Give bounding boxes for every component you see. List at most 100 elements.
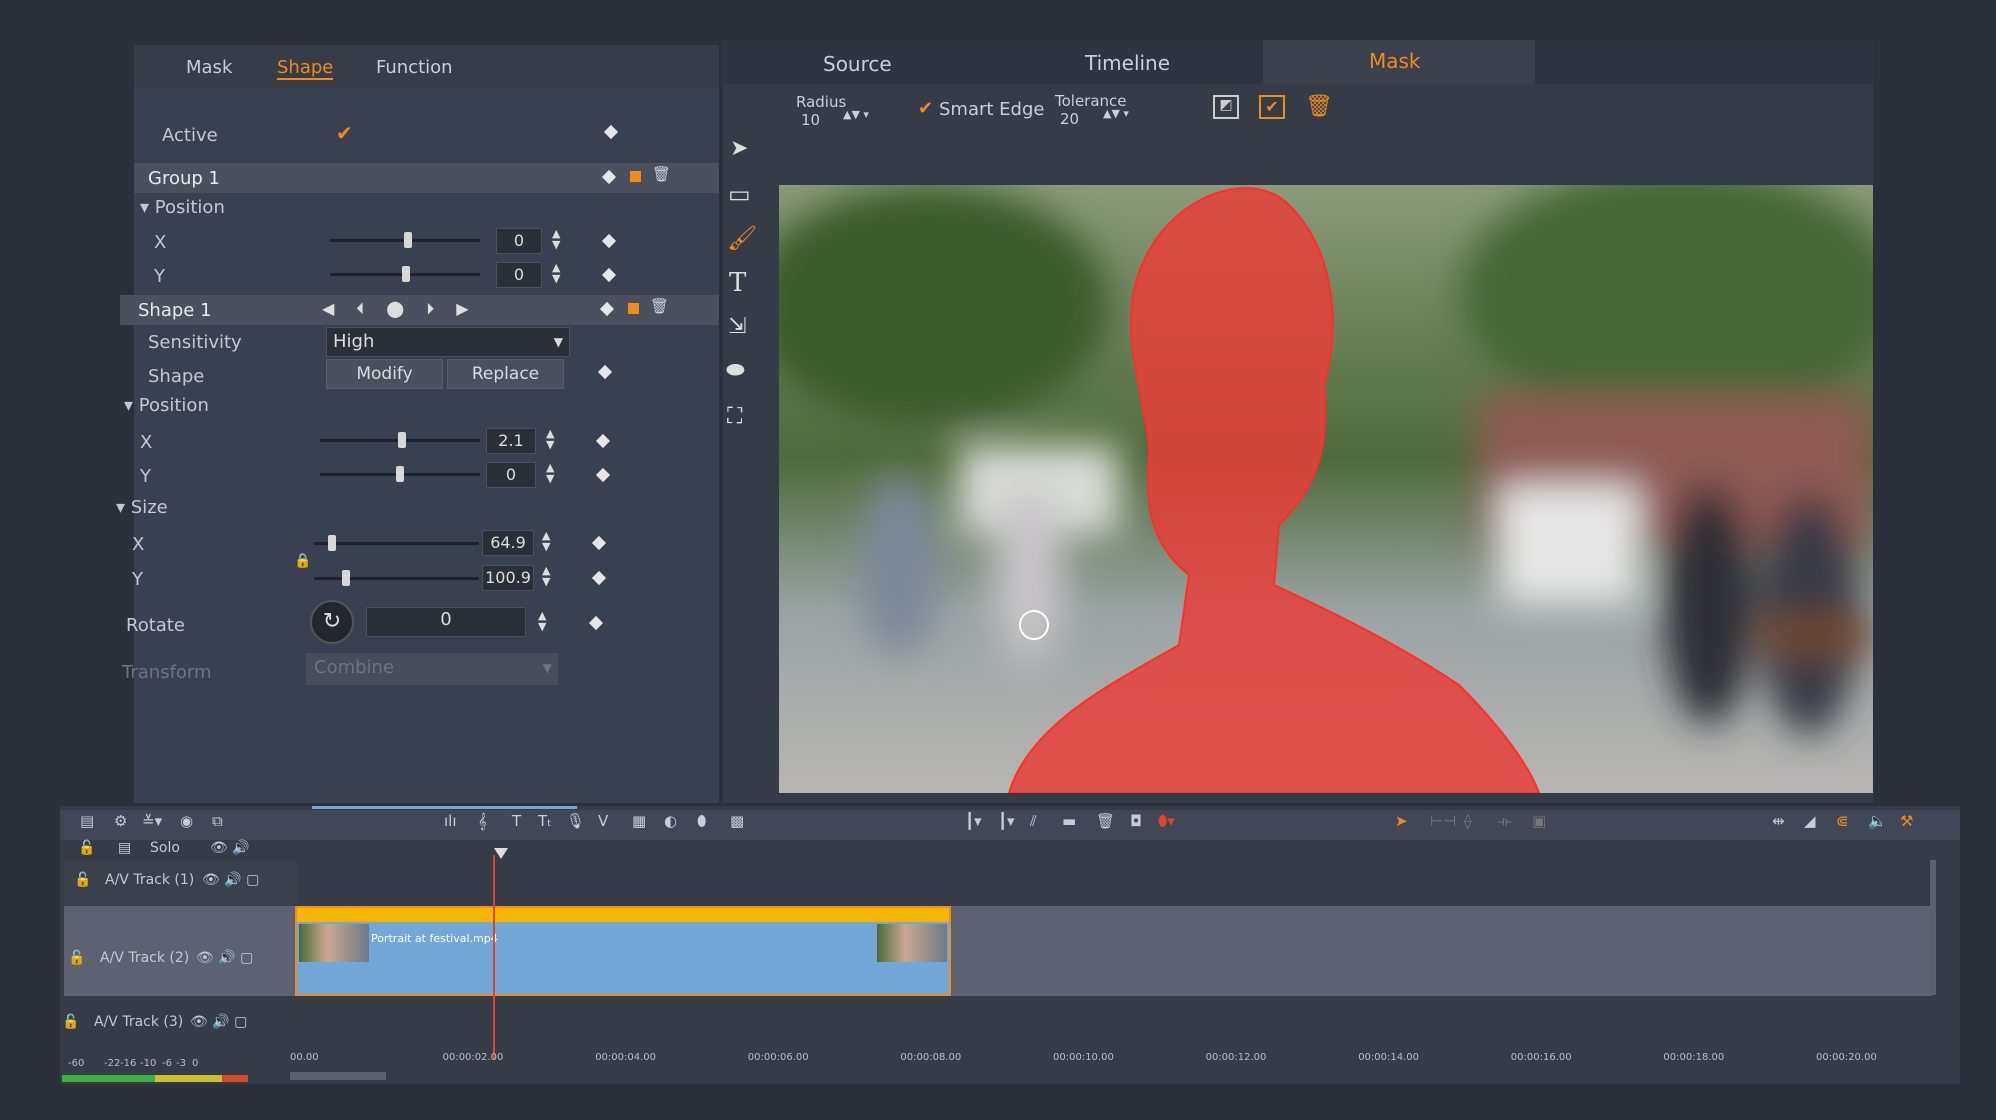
select-tool-icon[interactable]: ➤ <box>1395 812 1408 830</box>
tab-function[interactable]: Function <box>376 57 453 78</box>
size-x-input[interactable]: 64.9 <box>482 530 534 556</box>
disc-icon[interactable]: ◉ <box>180 812 193 830</box>
transform-dropdown[interactable]: Combine ▼ <box>306 653 558 685</box>
ripple-icon[interactable]: ⊢⊣ <box>1430 812 1456 830</box>
group-x-input[interactable]: 0 <box>496 228 542 254</box>
grid-icon[interactable]: ▦ <box>632 812 646 830</box>
lock-icon[interactable]: 🔓 <box>74 872 91 888</box>
lock-icon[interactable]: 🔓 <box>68 950 85 966</box>
spinner[interactable]: ▲ ▼ <box>552 228 560 250</box>
color-swatch[interactable] <box>628 303 639 314</box>
marker-icon[interactable]: ⬮▾ <box>1158 812 1175 830</box>
keyframe-diamond[interactable] <box>591 535 607 551</box>
mixer-icon[interactable]: ⇹ <box>1772 812 1785 830</box>
modify-button[interactable]: Modify <box>326 359 443 389</box>
trash-icon[interactable]: 🗑 <box>1096 812 1115 830</box>
replace-button[interactable]: Replace <box>447 359 564 389</box>
shapes-tool-icon[interactable]: ⬬ <box>726 358 745 383</box>
track-options-icon[interactable]: ≚▾ <box>142 812 162 830</box>
keyframe-navigation[interactable]: ◀⏴⬤⏵▶ <box>322 299 491 319</box>
playhead-handle[interactable] <box>494 848 508 859</box>
text-tool-icon[interactable]: T <box>729 268 746 298</box>
effects-icon[interactable]: ▩ <box>730 812 744 830</box>
keyframe-diamond[interactable] <box>601 233 617 249</box>
magnet-icon[interactable]: ⋐ <box>1836 812 1849 830</box>
track-list-icon[interactable]: ▤ <box>118 840 131 856</box>
spinner[interactable]: ▲ ▼ <box>552 262 560 284</box>
shape-y-input[interactable]: 0 <box>486 462 536 488</box>
rectangle-tool-icon[interactable]: ▭ <box>728 180 751 208</box>
shape-y-slider[interactable] <box>320 466 480 482</box>
music-icon[interactable]: 𝄞 <box>478 812 487 830</box>
size-header[interactable]: ▾ Size <box>116 497 168 518</box>
invert-mask-icon[interactable]: ◩ <box>1213 95 1239 119</box>
radius-spinner[interactable]: ▲▼ ▾ <box>843 108 869 121</box>
trash-icon[interactable]: 🗑 <box>650 297 669 315</box>
split-icon[interactable]: ⫽ <box>1030 812 1037 830</box>
tab-timeline[interactable]: Timeline <box>1085 51 1170 75</box>
video-clip[interactable]: Portrait at festival.mp4 <box>295 906 951 996</box>
track-controls[interactable]: 👁 🔊 ▢ <box>202 872 259 888</box>
spinner[interactable]: ▲ ▼ <box>542 530 550 552</box>
keyframe-diamond[interactable] <box>595 433 611 449</box>
tab-shape[interactable]: Shape <box>277 57 334 80</box>
v-icon[interactable]: V <box>598 812 608 830</box>
size-y-input[interactable]: 100.9 <box>482 565 534 591</box>
radius-value[interactable]: 10 <box>801 111 820 129</box>
mark-out-icon[interactable]: ┃▾ <box>998 812 1015 830</box>
settings-icon[interactable]: ⚙ <box>114 812 127 830</box>
microphone-icon[interactable]: 🎙 <box>566 812 585 830</box>
lock-icon[interactable]: 🔓 <box>78 840 95 856</box>
tolerance-spinner[interactable]: ▲▼ ▾ <box>1103 107 1129 120</box>
tolerance-value[interactable]: 20 <box>1060 110 1079 128</box>
spinner[interactable]: ▲ ▼ <box>546 428 554 450</box>
keyframe-diamond[interactable] <box>603 124 619 140</box>
audio-mixer-icon[interactable]: ılı <box>444 812 457 830</box>
shape-x-slider[interactable] <box>320 432 480 448</box>
color-swatch[interactable] <box>630 171 641 182</box>
playhead[interactable] <box>493 855 495 1059</box>
active-checkbox[interactable]: ✔ <box>336 121 353 145</box>
color-icon[interactable]: ◐ <box>664 812 677 830</box>
group-x-slider[interactable] <box>330 232 480 248</box>
subtitle-icon[interactable]: Tₜ <box>538 812 552 830</box>
timeline-scrollbar[interactable] <box>290 1072 386 1080</box>
delete-icon[interactable]: 🗑 <box>1305 94 1333 119</box>
link-icon[interactable]: ⬮ <box>697 812 706 830</box>
add-icon[interactable]: ◢ <box>1804 812 1816 830</box>
group-y-input[interactable]: 0 <box>496 262 542 288</box>
apply-check-icon[interactable]: ✔ <box>1259 95 1285 119</box>
spinner[interactable]: ▲ ▼ <box>546 462 554 484</box>
size-x-slider[interactable] <box>314 535 479 551</box>
slip-icon[interactable]: ⟠ <box>1464 812 1471 830</box>
trash-icon[interactable]: 🗑 <box>652 165 671 183</box>
stretch-icon[interactable]: ▣ <box>1532 812 1546 830</box>
keyframe-diamond[interactable] <box>595 467 611 483</box>
storyboard-icon[interactable]: ▤ <box>80 812 94 830</box>
tools-icon[interactable]: ⚒ <box>1900 812 1913 830</box>
vertical-scrollbar[interactable] <box>1930 860 1936 995</box>
tab-mask-editor[interactable]: Mask <box>1369 49 1421 73</box>
tab-source[interactable]: Source <box>823 52 892 76</box>
group-y-slider[interactable] <box>330 266 480 282</box>
mark-in-icon[interactable]: ┃▾ <box>965 812 982 830</box>
rotate-dial[interactable]: ↻ <box>310 600 354 644</box>
track-tool-icon[interactable]: ⇲ <box>728 314 746 339</box>
lock-icon[interactable]: 🔓 <box>62 1014 79 1030</box>
group-position-header[interactable]: ▾ Position <box>140 197 225 218</box>
track-controls[interactable]: 👁 🔊 ▢ <box>196 950 253 966</box>
pointer-tool-icon[interactable]: ➤ <box>730 136 748 161</box>
copy-icon[interactable]: ⧉ <box>212 812 223 830</box>
shape-position-header[interactable]: ▾ Position <box>124 395 209 416</box>
lock-icon[interactable]: 🔒 <box>294 553 311 569</box>
spinner[interactable]: ▲ ▼ <box>542 565 550 587</box>
keyframe-diamond[interactable] <box>588 615 604 631</box>
spinner[interactable]: ▲ ▼ <box>538 610 546 632</box>
volume-icon[interactable]: 🔈 <box>1868 812 1887 830</box>
camera-icon[interactable]: ◘ <box>1130 812 1142 830</box>
keyframe-diamond[interactable] <box>597 364 613 380</box>
video-preview[interactable] <box>779 185 1873 793</box>
eye-icon[interactable]: 👁 🔊 <box>210 840 250 856</box>
brush-tool-icon[interactable]: 🖌 <box>727 224 757 252</box>
shape-x-input[interactable]: 2.1 <box>486 428 536 454</box>
